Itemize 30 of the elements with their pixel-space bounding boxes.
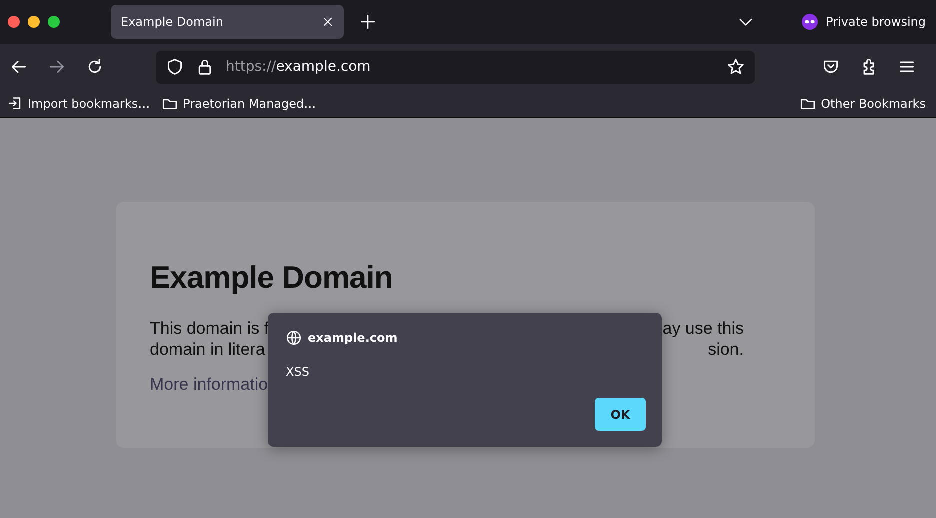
minimize-window-button[interactable] [28, 16, 40, 28]
dialog-origin: example.com [308, 331, 398, 345]
browser-tab[interactable]: Example Domain [111, 5, 344, 39]
url-text: https://example.com [226, 59, 372, 75]
star-icon[interactable] [727, 58, 745, 76]
private-browsing-label: Private browsing [826, 15, 926, 29]
forward-icon[interactable] [48, 58, 66, 76]
shield-icon [166, 58, 184, 76]
plus-icon[interactable] [360, 14, 376, 30]
back-icon[interactable] [10, 58, 28, 76]
paragraph-text: sion. [708, 339, 744, 360]
page-heading: Example Domain [150, 260, 394, 296]
pocket-icon[interactable] [822, 58, 840, 76]
ok-button[interactable]: OK [595, 398, 646, 431]
globe-icon [286, 330, 302, 346]
more-info-link[interactable]: More informatio [150, 375, 268, 394]
lock-icon [196, 58, 214, 76]
reload-icon[interactable] [86, 58, 104, 76]
address-bar[interactable]: https://example.com [156, 50, 755, 84]
dialog-message: XSS [286, 365, 310, 379]
maximize-window-button[interactable] [48, 16, 60, 28]
bookmark-item[interactable]: Import bookmarks… [8, 96, 150, 111]
import-icon [8, 96, 23, 111]
paragraph-text: domain in litera [150, 339, 266, 360]
close-window-button[interactable] [8, 16, 20, 28]
bookmark-item[interactable]: Praetorian Managed… [162, 96, 316, 112]
close-icon[interactable] [322, 16, 334, 28]
paragraph-text: ay use this [662, 318, 744, 339]
bookmark-item[interactable]: Other Bookmarks [800, 96, 926, 112]
mask-icon [802, 14, 818, 30]
